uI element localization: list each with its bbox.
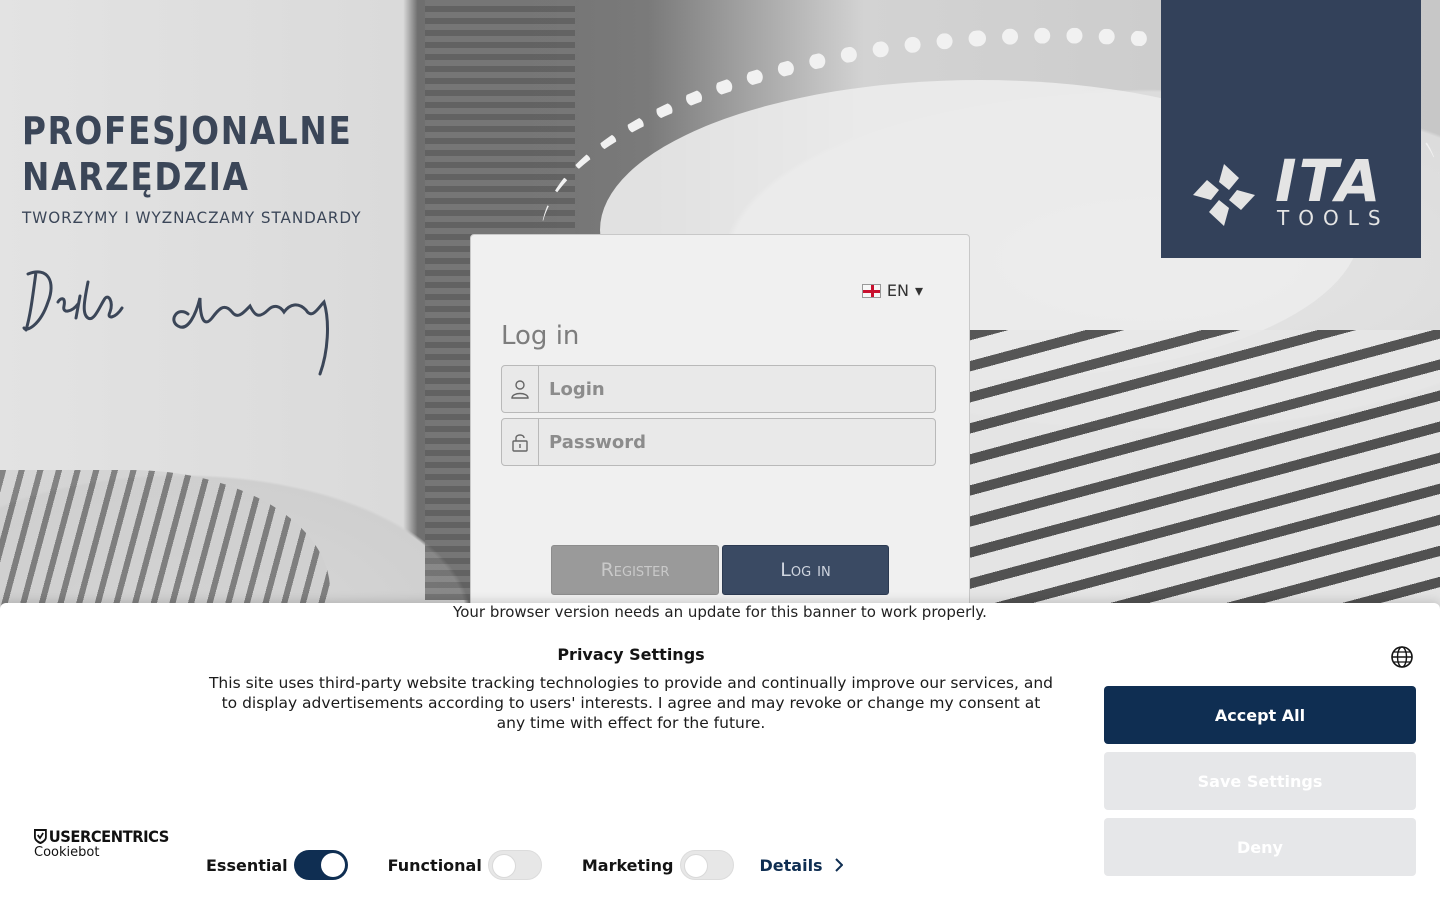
privacy-description: This site uses third-party website track…: [208, 674, 1054, 732]
lock-icon: [502, 419, 539, 465]
toggle-essential-label: Essential: [206, 855, 288, 875]
language-globe-icon[interactable]: [1390, 645, 1414, 669]
chevron-right-icon: [834, 858, 843, 872]
uk-flag-icon: [861, 283, 881, 298]
chevron-down-icon: ▾: [914, 281, 923, 300]
privacy-title: Privacy Settings: [557, 645, 705, 664]
password-input[interactable]: [539, 419, 935, 465]
toggle-essential-switch[interactable]: [293, 850, 348, 880]
usercentrics-logo: USERCENTRICS Cookiebot: [34, 827, 181, 860]
toggle-marketing: Marketing: [582, 850, 734, 880]
shield-icon: [34, 829, 47, 844]
language-selector[interactable]: EN ▾: [861, 281, 923, 300]
consent-toggles: Essential Functional Marketing Details: [206, 849, 843, 881]
usercentrics-brand: USERCENTRICS: [48, 827, 170, 846]
toggle-marketing-switch[interactable]: [679, 850, 734, 880]
toggle-functional-switch[interactable]: [487, 850, 542, 880]
logo-subtext: TOOLS: [1277, 206, 1390, 230]
save-settings-button[interactable]: Save Settings: [1104, 752, 1416, 810]
details-link[interactable]: Details: [760, 856, 843, 875]
tagline-line-1: PROFESJONALNE: [22, 109, 353, 153]
login-input[interactable]: [539, 366, 935, 412]
login-field: [501, 365, 936, 413]
cookie-banner: Your browser version needs an update for…: [0, 603, 1440, 900]
deny-button[interactable]: Deny: [1104, 818, 1416, 876]
tagline: PROFESJONALNE NARZĘDZIA TWORZYMY I WYZNA…: [22, 108, 406, 227]
login-button[interactable]: Log in: [722, 545, 889, 595]
logo-text: ITA: [1275, 147, 1383, 215]
signature-handwriting: [22, 270, 329, 376]
tagline-line-2: NARZĘDZIA: [22, 155, 250, 199]
user-icon: [502, 366, 539, 412]
toggle-essential: Essential: [206, 850, 348, 880]
browser-update-notice: Your browser version needs an update for…: [453, 603, 987, 621]
toggle-functional: Functional: [388, 850, 542, 880]
register-button[interactable]: Register: [551, 545, 719, 595]
toggle-functional-label: Functional: [387, 855, 482, 875]
language-code: EN: [886, 281, 909, 300]
login-title: Log in: [501, 321, 580, 351]
tagline-subtitle: TWORZYMY I WYZNACZAMY STANDARDY: [22, 208, 362, 227]
toggle-marketing-label: Marketing: [581, 855, 674, 875]
login-card: EN ▾ Log in Register Log in: [470, 234, 970, 654]
cookiebot-label: Cookiebot: [34, 845, 100, 860]
details-label: Details: [759, 855, 823, 875]
ita-emblem-icon: [1193, 164, 1255, 226]
accept-all-button[interactable]: Accept All: [1104, 686, 1416, 744]
password-field: [501, 418, 936, 466]
